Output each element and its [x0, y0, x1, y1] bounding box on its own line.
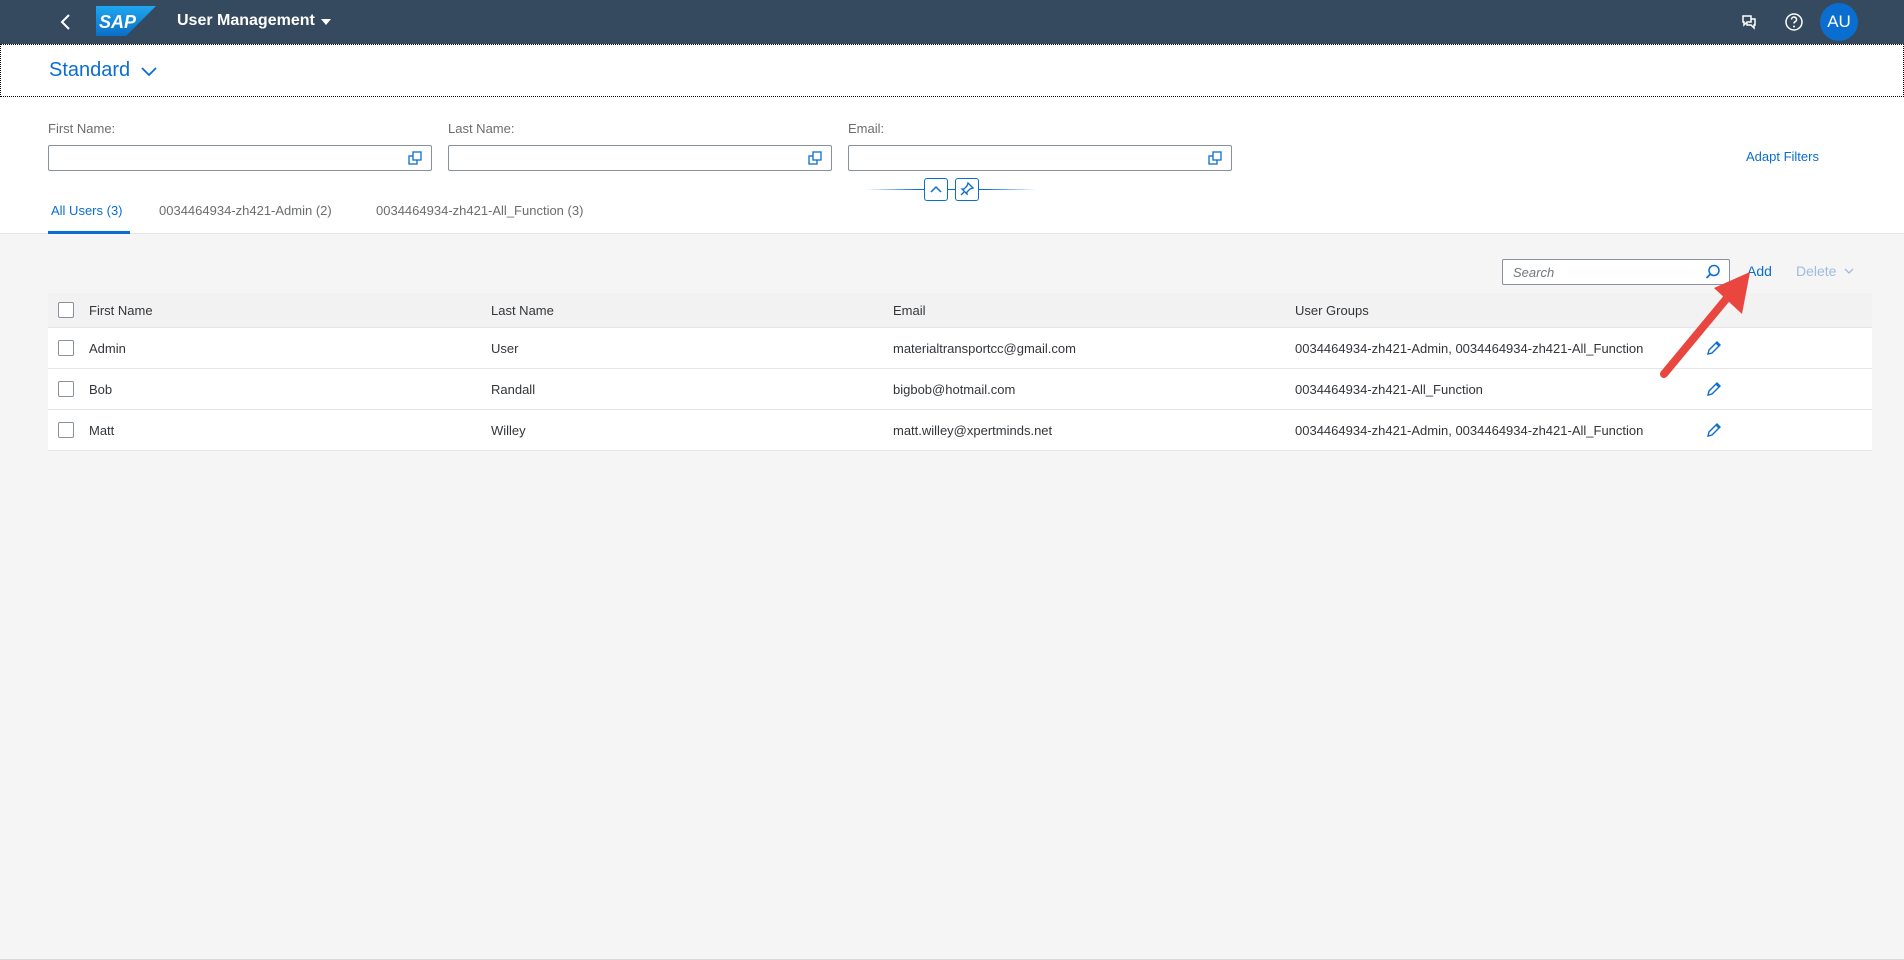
table-header: First Name Last Name Email User Groups: [48, 293, 1872, 328]
active-tab-indicator: [48, 231, 130, 234]
column-header-last-name[interactable]: Last Name: [491, 303, 554, 318]
cell-first-name: Bob: [89, 382, 113, 397]
tab-admin-group[interactable]: 0034464934-zh421-Admin (2): [159, 203, 332, 218]
column-header-email[interactable]: Email: [893, 303, 926, 318]
column-header-first-name[interactable]: First Name: [89, 303, 153, 318]
chevron-down-icon: [1845, 268, 1854, 274]
cell-last-name: User: [491, 341, 519, 356]
tab-all-users[interactable]: All Users (3): [51, 203, 123, 218]
cell-last-name: Randall: [491, 382, 536, 397]
select-all-checkbox[interactable]: [58, 302, 74, 318]
cell-email: matt.willey@xpertminds.net: [893, 423, 1053, 438]
delete-button[interactable]: Delete: [1796, 263, 1854, 279]
row-checkbox[interactable]: [58, 422, 74, 438]
app-title: User Management: [177, 12, 315, 29]
chevron-up-icon: [930, 185, 942, 193]
filter-bar: First Name: Last Name: Email: Adapt Filt…: [0, 97, 1904, 234]
email-field[interactable]: [848, 145, 1232, 171]
caret-down-icon: [320, 19, 331, 25]
cell-first-name: Matt: [89, 423, 115, 438]
cell-user-groups: 0034464934-zh421-All_Function: [1295, 382, 1483, 397]
cell-email: bigbob@hotmail.com: [893, 382, 1016, 397]
pin-icon: [960, 181, 975, 196]
column-header-user-groups[interactable]: User Groups: [1295, 303, 1369, 318]
last-name-field[interactable]: [448, 145, 832, 171]
table-row[interactable]: Matt Willey matt.willey@xpertminds.net 0…: [48, 410, 1872, 451]
header-divider: [866, 189, 1036, 190]
cell-last-name: Willey: [491, 423, 526, 438]
annotation-arrow-icon: [1660, 272, 1750, 378]
cell-email: materialtransportcc@gmail.com: [893, 341, 1076, 356]
help-icon[interactable]: [1784, 12, 1804, 32]
notifications-icon[interactable]: [1739, 12, 1759, 32]
cell-user-groups: 0034464934-zh421-Admin, 0034464934-zh421…: [1295, 341, 1644, 356]
cell-user-groups: 0034464934-zh421-Admin, 0034464934-zh421…: [1295, 423, 1644, 438]
cell-first-name: Admin: [89, 341, 126, 356]
tab-all-function-group[interactable]: 0034464934-zh421-All_Function (3): [376, 203, 583, 218]
value-help-icon[interactable]: [808, 151, 823, 166]
variant-title: Standard: [49, 59, 131, 81]
app-title-menu[interactable]: User Management: [177, 12, 331, 30]
last-name-label: Last Name:: [448, 121, 515, 136]
users-table: First Name Last Name Email User Groups A…: [48, 293, 1872, 451]
sap-logo[interactable]: SAP: [96, 6, 156, 36]
user-avatar[interactable]: AU: [1820, 3, 1858, 41]
value-help-icon[interactable]: [1208, 151, 1223, 166]
table-row[interactable]: Admin User materialtransportcc@gmail.com…: [48, 328, 1872, 369]
variant-bar: Standard: [0, 44, 1904, 97]
value-help-icon[interactable]: [408, 151, 423, 166]
adapt-filters-button[interactable]: Adapt Filters: [1746, 149, 1819, 164]
row-checkbox[interactable]: [58, 340, 74, 356]
first-name-field[interactable]: [48, 145, 432, 171]
pin-header-button[interactable]: [955, 178, 979, 201]
variant-selector[interactable]: Standard: [49, 59, 158, 82]
row-checkbox[interactable]: [58, 381, 74, 397]
email-label: Email:: [848, 121, 885, 136]
collapse-header-button[interactable]: [924, 178, 948, 201]
chevron-down-icon: [141, 66, 157, 76]
edit-icon[interactable]: [1705, 421, 1723, 439]
svg-text:SAP: SAP: [99, 12, 137, 32]
back-icon[interactable]: [56, 11, 76, 33]
delete-label: Delete: [1796, 263, 1837, 279]
shell-bar: SAP User Management AU: [0, 0, 1904, 44]
table-row[interactable]: Bob Randall bigbob@hotmail.com 003446493…: [48, 369, 1872, 410]
first-name-label: First Name:: [48, 121, 116, 136]
